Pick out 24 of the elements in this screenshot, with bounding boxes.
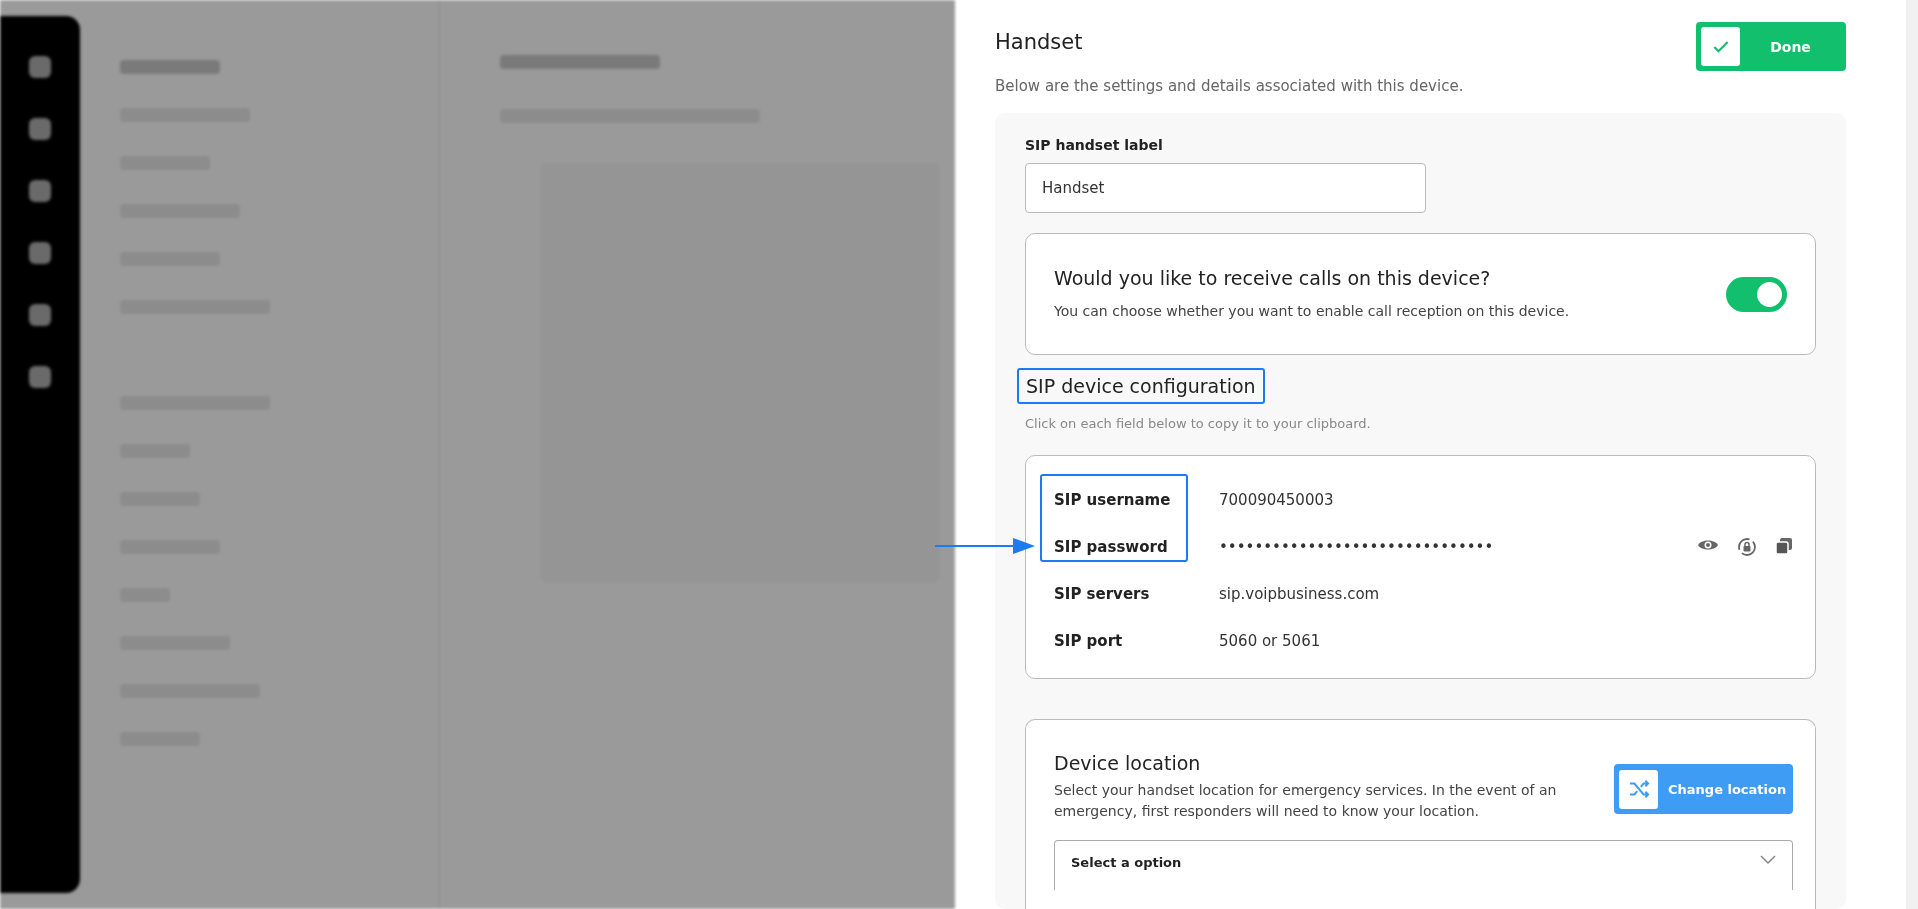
credential-label: SIP servers [1054, 584, 1151, 603]
credential-value[interactable]: sip.voipbusiness.com [1219, 584, 1793, 603]
toggle-switch[interactable] [1726, 276, 1787, 312]
call-reception-title: Would you like to receive calls on this device? [1054, 266, 1492, 289]
device-location-title: Device location [1054, 752, 1202, 774]
call-reception-description: You can choose whether you want to enable call reception on this device. [1054, 301, 1570, 321]
lock-refresh-icon[interactable] [1737, 536, 1757, 557]
credential-value[interactable]: 700090450003 [1219, 490, 1793, 509]
input-field[interactable]: Handset [1025, 163, 1426, 213]
credential-value[interactable]: 5060 or 5061 [1219, 631, 1793, 650]
panel-title: Handset [995, 30, 1083, 54]
credential-value[interactable]: ••••••••••••••••••••••••••••••• [1219, 537, 1697, 556]
credential-label: SIP port [1054, 631, 1124, 650]
section-hint: Click on each field below to copy it to your clipboard. [1025, 416, 1372, 431]
credential-label: SIP username [1054, 490, 1172, 509]
location-select[interactable]: Select a option [1054, 840, 1793, 890]
panel-subtitle: Below are the settings and details associated with this device. [995, 77, 1465, 95]
shuffle-icon [1627, 779, 1650, 799]
chevron-down-icon [1760, 855, 1776, 865]
section-title: SIP device configuration [1017, 368, 1265, 404]
copy-icon[interactable] [1775, 536, 1793, 555]
credential-label: SIP password [1054, 537, 1169, 556]
field-label: SIP handset label [1025, 137, 1164, 153]
device-location-description: Select your handset location for emergency services. In the event of an emergency, first responders will need to know your location. [1054, 781, 1558, 821]
